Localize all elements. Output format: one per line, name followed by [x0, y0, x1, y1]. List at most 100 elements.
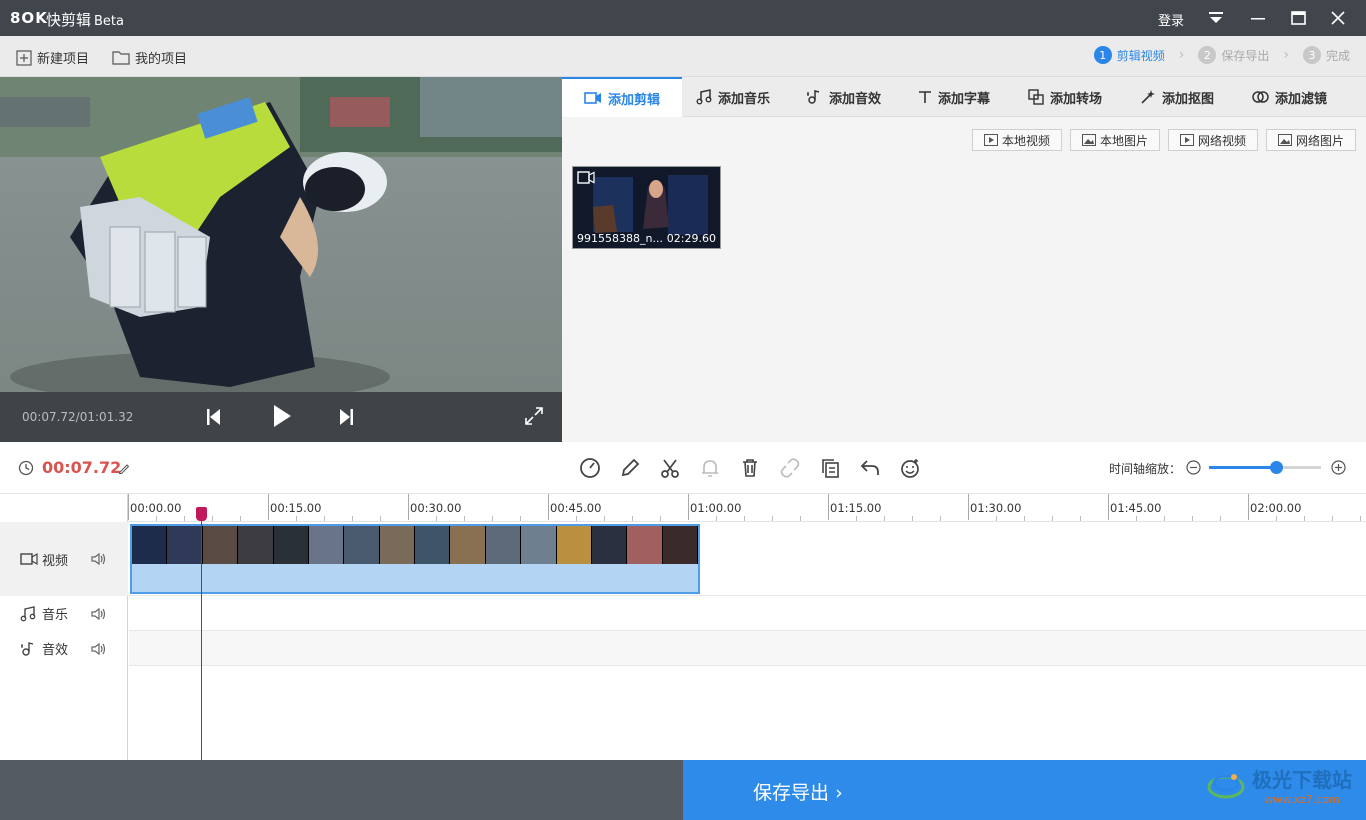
- video-preview[interactable]: [0, 77, 562, 392]
- step-edit-video: 1 剪辑视频: [1093, 46, 1165, 64]
- dropdown-menu-icon[interactable]: [1204, 6, 1228, 30]
- ruler-minor-tick: [212, 516, 213, 521]
- volume-icon[interactable]: [91, 642, 107, 656]
- ruler-tick-label: 01:30.00: [970, 501, 1022, 515]
- menu-bar: 新建项目 我的项目 1 剪辑视频 › 2 保存导出 › 3 完成: [0, 36, 1366, 77]
- filmstrip-frame: [521, 526, 557, 564]
- my-projects-button[interactable]: 我的项目: [112, 48, 187, 67]
- tab-add-subtitle[interactable]: 添加字幕: [918, 77, 990, 117]
- step-save-export: 2 保存导出: [1198, 46, 1269, 64]
- timeline-tracks: [129, 522, 1366, 760]
- ruler-major-tick: [268, 494, 269, 520]
- ruler-minor-tick: [632, 516, 633, 521]
- web-video-icon: [1179, 134, 1194, 146]
- music-note-icon: [696, 89, 712, 105]
- tab-add-sound-effect[interactable]: 添加音效: [806, 77, 881, 117]
- zoom-in-icon[interactable]: [1331, 460, 1346, 475]
- track-header-sfx: 音效: [0, 631, 128, 666]
- media-clip-thumbnail[interactable]: 991558388_n... 02:29.60: [572, 166, 721, 249]
- video-lane[interactable]: [129, 522, 1366, 596]
- tab-add-transition[interactable]: 添加转场: [1028, 77, 1102, 117]
- fullscreen-icon[interactable]: [524, 406, 544, 429]
- sound-effect-icon: [807, 90, 820, 104]
- ruler-minor-tick: [380, 516, 381, 521]
- step-number: 2: [1198, 46, 1217, 64]
- web-image-button[interactable]: 网络图片: [1266, 129, 1356, 151]
- magic-wand-icon: [1141, 90, 1155, 104]
- watermark: 极光下载站 www.xz7.com: [1206, 764, 1352, 806]
- local-image-button[interactable]: 本地图片: [1070, 129, 1160, 151]
- track-label: 音效: [42, 643, 69, 658]
- step-number: 3: [1302, 46, 1321, 64]
- new-project-button[interactable]: 新建项目: [16, 48, 89, 67]
- unlink-icon[interactable]: [778, 456, 802, 480]
- ruler-minor-tick: [1304, 516, 1305, 521]
- export-text: 保存导出: [753, 782, 830, 804]
- video-camera-icon: [584, 92, 601, 104]
- ruler-minor-tick: [1052, 516, 1053, 521]
- filmstrip-frame: [662, 526, 698, 564]
- ruler-minor-tick: [576, 516, 577, 521]
- sfx-lane[interactable]: [129, 631, 1366, 666]
- playhead-line: [201, 508, 202, 760]
- bottom-bar: [0, 760, 683, 820]
- timeline-ruler[interactable]: 00:00.00 00:15.00 00:30.00 00:45.00 01:00.00…: [128, 494, 1366, 522]
- copy-icon[interactable]: [818, 456, 842, 480]
- trash-icon[interactable]: [738, 456, 762, 480]
- playhead-handle[interactable]: [196, 507, 207, 521]
- bell-icon[interactable]: [698, 456, 722, 480]
- sticker-icon[interactable]: [898, 456, 922, 480]
- login-button[interactable]: 登录: [1158, 10, 1184, 29]
- pencil-icon[interactable]: [618, 456, 642, 480]
- minimize-icon[interactable]: [1246, 6, 1270, 30]
- ruler-minor-tick: [604, 516, 605, 521]
- timeline-video-clip[interactable]: [130, 524, 700, 594]
- ruler-minor-tick: [996, 516, 997, 521]
- tab-add-filter[interactable]: 添加滤镜: [1252, 77, 1327, 117]
- ruler-minor-tick: [156, 516, 157, 521]
- music-lane[interactable]: [129, 596, 1366, 631]
- ruler-major-tick: [548, 494, 549, 520]
- video-file-icon: [983, 134, 998, 146]
- step-label: 完成: [1325, 48, 1350, 63]
- tab-add-music[interactable]: 添加音乐: [696, 77, 770, 117]
- ruler-minor-tick: [1192, 516, 1193, 521]
- close-icon[interactable]: [1326, 6, 1350, 30]
- transition-icon: [1028, 89, 1044, 105]
- maximize-icon[interactable]: [1286, 6, 1310, 30]
- music-note-icon: [20, 605, 36, 621]
- app-logo: 8OK: [10, 9, 48, 27]
- app-name: 快剪辑: [46, 11, 92, 29]
- speed-icon[interactable]: [578, 456, 602, 480]
- volume-icon[interactable]: [91, 607, 107, 621]
- track-header-video: 视频: [0, 522, 128, 596]
- progress-steps: 1 剪辑视频 › 2 保存导出 › 3 完成: [1093, 46, 1350, 64]
- local-video-button[interactable]: 本地视频: [972, 129, 1062, 151]
- playback-controls: 00:07.72/01:01.32: [0, 392, 562, 442]
- next-frame-icon[interactable]: [338, 408, 354, 429]
- watermark-title: 极光下载站: [1252, 768, 1352, 792]
- filmstrip-frame: [556, 526, 592, 564]
- ruler-minor-tick: [184, 516, 185, 521]
- web-video-button[interactable]: 网络视频: [1168, 129, 1258, 151]
- chevron-right-icon: ›: [1283, 47, 1289, 63]
- tab-add-clip[interactable]: 添加剪辑: [562, 77, 682, 117]
- filter-icon: [1252, 91, 1269, 103]
- video-camera-icon: [577, 171, 595, 184]
- previous-frame-icon[interactable]: [206, 408, 222, 429]
- zoom-out-icon[interactable]: [1186, 460, 1201, 475]
- ruler-minor-tick: [800, 516, 801, 521]
- volume-icon[interactable]: [91, 552, 107, 566]
- ruler-tick-label: 00:30.00: [410, 501, 462, 515]
- ruler-minor-tick: [240, 516, 241, 521]
- ruler-major-tick: [1248, 494, 1249, 520]
- filmstrip-frame: [167, 526, 203, 564]
- tab-add-matting[interactable]: 添加抠图: [1140, 77, 1214, 117]
- zoom-slider[interactable]: [1209, 461, 1321, 474]
- play-icon[interactable]: [272, 404, 292, 431]
- filmstrip-frame: [379, 526, 415, 564]
- zoom-slider-thumb[interactable]: [1270, 461, 1284, 474]
- edit-time-icon[interactable]: [118, 462, 130, 474]
- undo-icon[interactable]: [858, 456, 882, 480]
- scissors-icon[interactable]: [658, 456, 682, 480]
